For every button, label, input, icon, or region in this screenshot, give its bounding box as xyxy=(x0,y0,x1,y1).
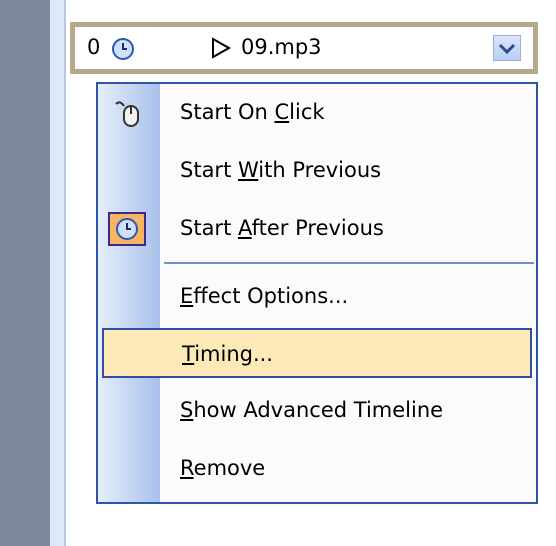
play-triangle-icon xyxy=(209,36,233,65)
menu-item-label: Remove xyxy=(180,456,266,480)
chevron-down-icon xyxy=(498,43,516,55)
menu-item-effect-options[interactable]: Effect Options... xyxy=(98,270,536,326)
animation-context-menu: Start On Click Start With Previous Start… xyxy=(96,82,538,504)
clock-icon xyxy=(111,37,135,66)
task-pane-background xyxy=(50,0,64,546)
task-pane-edge xyxy=(64,0,66,546)
mouse-icon xyxy=(110,98,144,128)
clock-icon xyxy=(108,212,146,246)
menu-item-start-after-previous[interactable]: Start After Previous xyxy=(98,202,536,258)
animation-list-item[interactable]: 0 09.mp3 xyxy=(70,22,538,74)
menu-item-label: Effect Options... xyxy=(180,284,349,308)
animation-order-number: 0 xyxy=(87,35,101,59)
animation-file-name: 09.mp3 xyxy=(241,35,322,59)
menu-item-label: Start With Previous xyxy=(180,158,382,182)
menu-item-show-advanced-timeline[interactable]: Show Advanced Timeline xyxy=(98,384,536,440)
menu-item-remove[interactable]: Remove xyxy=(98,442,536,498)
menu-item-label: Start After Previous xyxy=(180,216,384,240)
menu-item-timing[interactable]: Timing... xyxy=(102,328,532,378)
menu-item-label: Timing... xyxy=(182,342,273,366)
task-pane-left-bar xyxy=(0,0,50,546)
menu-item-label: Show Advanced Timeline xyxy=(180,398,444,422)
menu-separator xyxy=(164,262,534,264)
menu-item-start-on-click[interactable]: Start On Click xyxy=(98,86,536,142)
menu-item-label: Start On Click xyxy=(180,100,325,124)
menu-item-start-with-previous[interactable]: Start With Previous xyxy=(98,144,536,200)
animation-dropdown-button[interactable] xyxy=(493,35,521,61)
